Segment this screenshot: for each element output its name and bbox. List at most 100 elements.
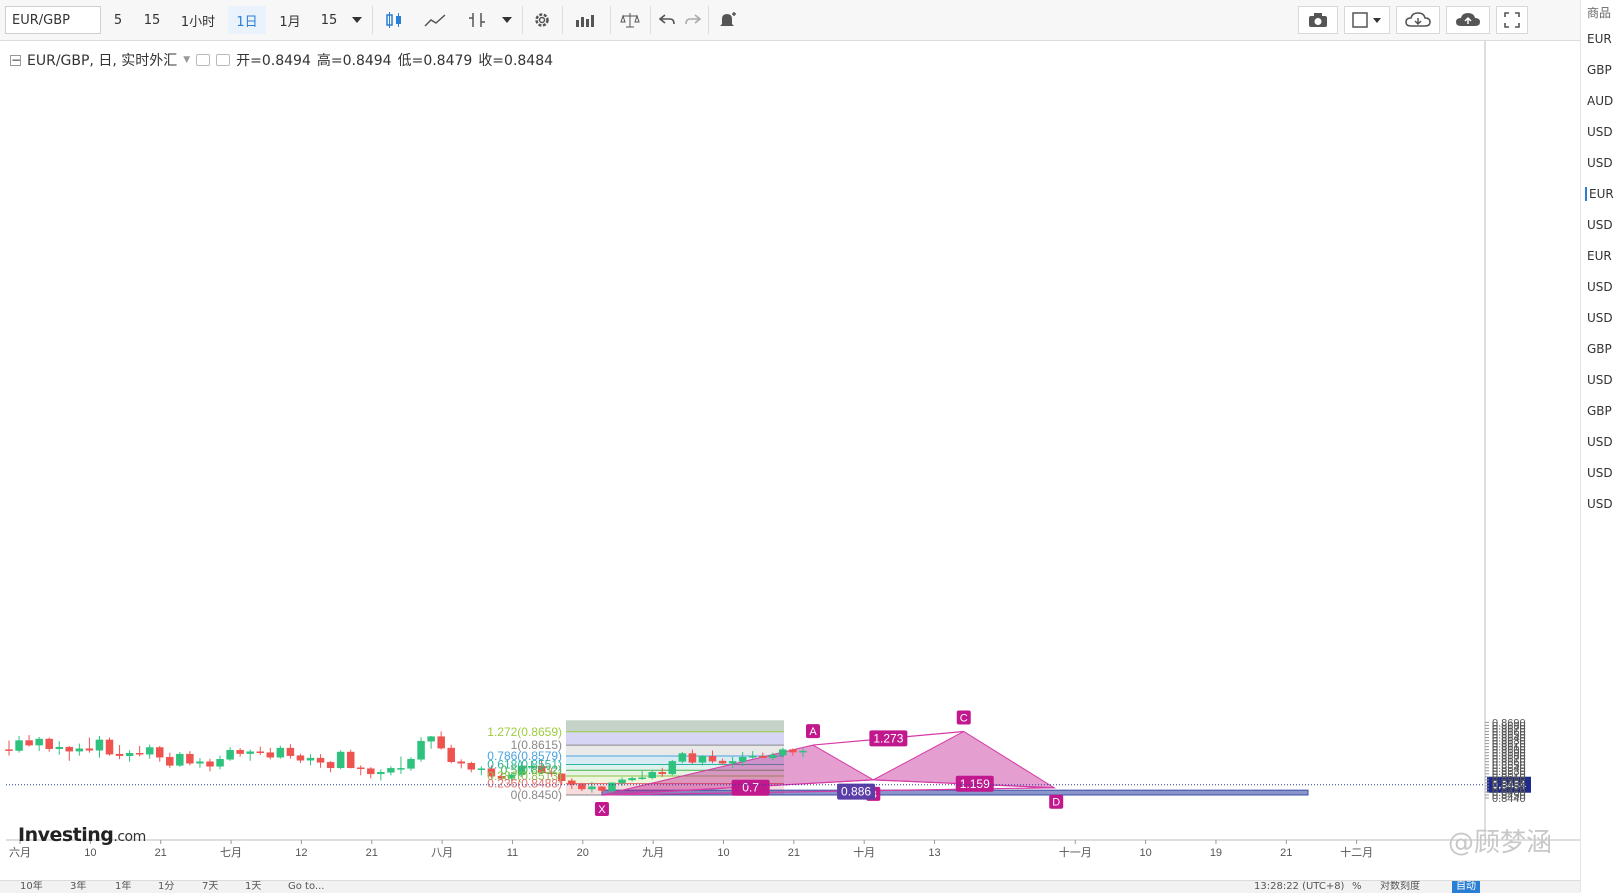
candle-body [176, 753, 184, 766]
screenshot-button[interactable] [1298, 6, 1338, 34]
candle [336, 750, 345, 770]
compare-button[interactable] [460, 6, 494, 34]
watchlist-item[interactable]: USD [1587, 156, 1613, 170]
collapse-icon[interactable]: − [10, 54, 21, 66]
pattern-point-label: D [1052, 797, 1060, 809]
candle-body [25, 740, 33, 746]
line-chart-icon [424, 14, 446, 27]
candle-body [759, 756, 767, 759]
candle-style-button[interactable] [378, 6, 410, 34]
range-7d[interactable]: 7天 [202, 881, 218, 893]
watchlist-item[interactable]: AUD [1587, 94, 1613, 108]
redo-button[interactable] [680, 6, 706, 34]
candle [668, 759, 677, 776]
candle-body [658, 772, 666, 775]
interval-1h[interactable]: 1小时 [172, 6, 224, 34]
interval-dropdown[interactable] [346, 6, 368, 34]
settings-icon[interactable] [216, 54, 231, 66]
candle-body [789, 749, 797, 753]
candle-body [115, 753, 124, 756]
watchlist-item[interactable]: USD [1587, 218, 1613, 232]
interval-1mo[interactable]: 1月 [270, 6, 310, 34]
time-tick-label: 六月 [9, 846, 31, 859]
candle-body [226, 749, 234, 760]
range-1min[interactable]: 1分 [158, 881, 174, 893]
fib-zone [566, 745, 784, 756]
candle-body [166, 756, 174, 766]
watchlist-item[interactable]: EUR [1585, 187, 1614, 201]
candle-body [598, 786, 606, 791]
log-toggle[interactable]: 对数刻度 [1380, 881, 1420, 893]
candle-body [668, 761, 677, 775]
watchlist-item[interactable]: USD [1587, 435, 1613, 449]
cloud-upload-icon [1456, 13, 1480, 26]
watchlist-item[interactable]: GBP [1587, 63, 1612, 77]
watchlist-item[interactable]: USD [1587, 373, 1613, 387]
range-1y[interactable]: 1年 [115, 881, 131, 893]
candle-body [236, 749, 244, 754]
candle-body [377, 772, 385, 775]
interval-5m[interactable]: 5 [104, 6, 132, 34]
time-tick-label: 十二月 [1340, 845, 1373, 859]
watchlist-item[interactable]: USD [1587, 280, 1613, 294]
candle-body [799, 750, 807, 753]
watchlist-item[interactable]: USD [1587, 311, 1613, 325]
auto-toggle[interactable]: 自动 [1452, 881, 1480, 893]
watchlist-item[interactable]: EUR [1587, 32, 1612, 46]
symbol-input[interactable]: EUR/GBP [5, 6, 101, 34]
goto-button[interactable]: Go to... [288, 881, 324, 893]
watchlist-item[interactable]: USD [1587, 497, 1613, 511]
time-tick-label: 21 [366, 847, 378, 859]
legend-dropdown-icon[interactable]: ▼ [183, 55, 190, 65]
legend-close: 收=0.8484 [478, 53, 554, 69]
save-layout-button[interactable] [1446, 6, 1490, 34]
watchlist-item[interactable]: GBP [1587, 342, 1612, 356]
watchlist-item[interactable]: EUR [1587, 249, 1612, 263]
watchlist-item[interactable]: USD [1587, 125, 1613, 139]
settings-button[interactable] [526, 6, 558, 34]
candle-body [206, 761, 214, 767]
clock: 13:28:22 (UTC+8) [1254, 881, 1345, 892]
percent-toggle[interactable]: % [1352, 881, 1362, 893]
candle-body [75, 748, 84, 752]
candle-body [336, 751, 345, 769]
candle-body [648, 772, 656, 779]
candle-body [698, 756, 707, 763]
price-tick-label: 0.8440 [1492, 793, 1526, 805]
range-1d[interactable]: 1天 [245, 881, 261, 893]
studies-button[interactable] [566, 6, 606, 34]
candle-body [216, 759, 224, 767]
candle-body [397, 768, 405, 770]
candle [105, 737, 114, 756]
interval-1d[interactable]: 1日 [228, 6, 266, 34]
fullscreen-button[interactable] [1496, 6, 1528, 34]
ohlc-icon [469, 13, 485, 27]
undo-button[interactable] [654, 6, 680, 34]
watchlist-item[interactable]: USD [1587, 466, 1613, 480]
range-10y[interactable]: 10年 [20, 881, 43, 893]
candle-body [678, 753, 687, 762]
candle-body [145, 747, 154, 755]
layout-button[interactable] [1344, 6, 1390, 34]
load-layout-button[interactable] [1396, 6, 1440, 34]
candle-body [266, 752, 275, 758]
candle-body [286, 747, 295, 756]
interval-15m[interactable]: 15 [136, 6, 168, 34]
range-3y[interactable]: 3年 [70, 881, 86, 893]
time-tick-label: 20 [577, 847, 589, 859]
alert-button[interactable] [712, 6, 742, 34]
price-chart[interactable]: 1.272(0.8659)1(0.8615)0.786(0.8579)0.618… [0, 41, 1580, 880]
watchlist-item[interactable]: GBP [1587, 404, 1612, 418]
plot-area [6, 41, 1485, 840]
candlestick-icon [386, 12, 401, 28]
candle-body [196, 761, 204, 764]
interval-custom[interactable]: 15 [314, 6, 344, 34]
candle-body [628, 778, 636, 781]
compare-scale-button[interactable] [614, 6, 646, 34]
eye-icon[interactable] [196, 54, 211, 66]
candle-body [306, 757, 315, 761]
indicators-button[interactable] [418, 6, 452, 34]
compare-dropdown[interactable] [496, 6, 518, 34]
time-tick-label: 10 [717, 847, 729, 859]
candle-body [85, 748, 94, 751]
